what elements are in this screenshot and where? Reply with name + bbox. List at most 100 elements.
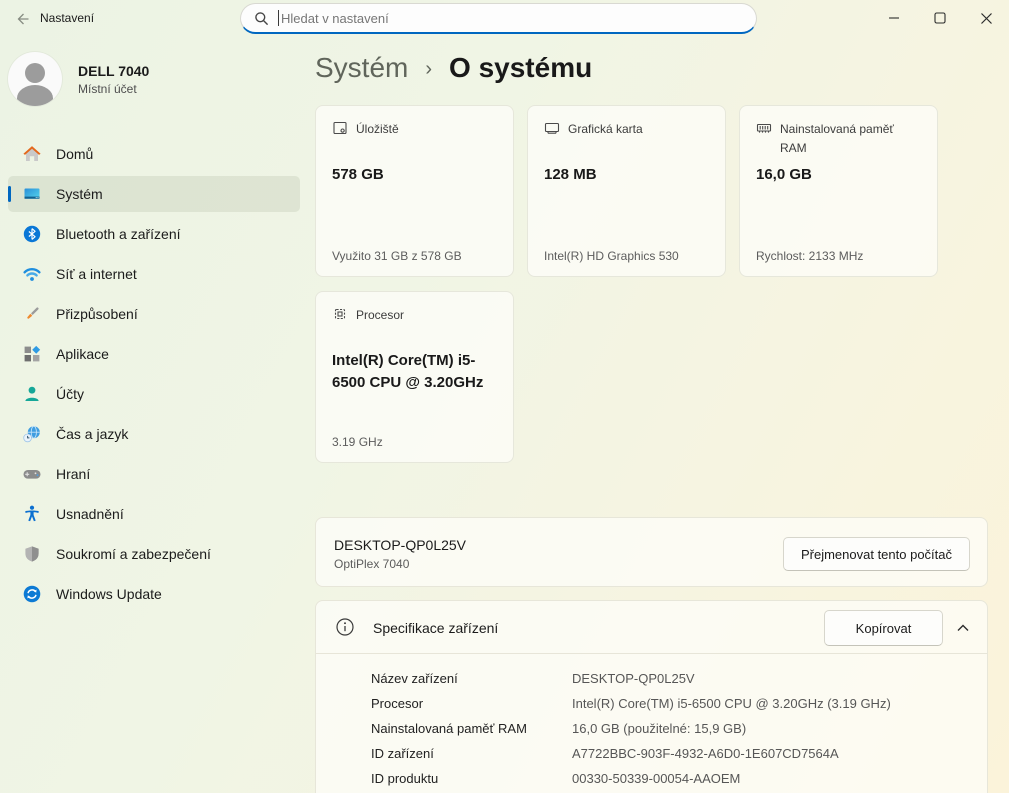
cpu-icon xyxy=(332,306,348,322)
sidebar-item-home[interactable]: Domů xyxy=(8,136,300,172)
chevron-up-icon xyxy=(956,623,970,633)
collapse-expander-button[interactable] xyxy=(954,619,972,637)
breadcrumb-parent[interactable]: Systém xyxy=(315,52,408,84)
copy-button[interactable]: Kopírovat xyxy=(824,610,943,646)
minimize-button[interactable] xyxy=(871,0,917,36)
device-name-panel: DESKTOP-QP0L25V OptiPlex 7040 Přejmenova… xyxy=(315,517,988,587)
windows-update-icon xyxy=(22,584,42,604)
home-icon xyxy=(22,144,42,164)
close-button[interactable] xyxy=(963,0,1009,36)
ram-card: Nainstalovaná paměť RAM 16,0 GB Rychlost… xyxy=(739,105,938,277)
storage-icon xyxy=(332,120,348,136)
text-caret xyxy=(278,10,279,26)
window-controls xyxy=(871,0,1009,36)
close-icon xyxy=(980,12,993,25)
gaming-icon xyxy=(22,464,42,484)
back-arrow-icon xyxy=(14,11,30,27)
search-icon xyxy=(254,11,269,26)
card-title: Procesor xyxy=(356,306,404,325)
graphics-card: Grafická karta 128 MB Intel(R) HD Graphi… xyxy=(527,105,726,277)
sidebar-item-personalization[interactable]: Přizpůsobení xyxy=(8,296,300,332)
table-row: ID zařízení A7722BBC-903F-4932-A6D0-1E60… xyxy=(371,741,967,766)
search-input[interactable] xyxy=(281,11,756,26)
system-icon xyxy=(22,184,42,204)
sidebar-item-label: Bluetooth a zařízení xyxy=(56,226,181,242)
sidebar-item-network[interactable]: Síť a internet xyxy=(8,256,300,292)
app-title: Nastavení xyxy=(40,11,94,25)
account-chip[interactable]: DELL 7040 Místní účet xyxy=(8,50,298,108)
card-footer: 3.19 GHz xyxy=(332,435,501,449)
bluetooth-icon xyxy=(22,224,42,244)
chevron-right-icon: › xyxy=(425,58,432,81)
spec-value: 00330-50339-00054-AAOEM xyxy=(572,771,740,786)
ram-icon xyxy=(756,120,772,136)
maximize-button[interactable] xyxy=(917,0,963,36)
sidebar-item-accessibility[interactable]: Usnadnění xyxy=(8,496,300,532)
accessibility-icon xyxy=(22,504,42,524)
maximize-icon xyxy=(934,12,946,24)
spec-label: ID produktu xyxy=(371,771,572,786)
sidebar-item-label: Síť a internet xyxy=(56,266,137,282)
storage-card: Úložiště 578 GB Využito 31 GB z 578 GB xyxy=(315,105,514,277)
sidebar-item-label: Systém xyxy=(56,186,103,202)
sidebar-item-system[interactable]: Systém xyxy=(8,176,300,212)
card-title: Úložiště xyxy=(356,120,399,139)
spec-value: A7722BBC-903F-4932-A6D0-1E607CD7564A xyxy=(572,746,839,761)
card-footer: Rychlost: 2133 MHz xyxy=(756,249,925,263)
spec-table: Název zařízení DESKTOP-QP0L25V Procesor … xyxy=(371,666,967,791)
spec-section-title: Specifikace zařízení xyxy=(373,620,498,636)
spec-value: 16,0 GB (použitelné: 15,9 GB) xyxy=(572,721,746,736)
avatar xyxy=(8,52,62,106)
sidebar-item-label: Hraní xyxy=(56,466,90,482)
sidebar-item-accounts[interactable]: Účty xyxy=(8,376,300,412)
sidebar-item-label: Čas a jazyk xyxy=(56,426,128,442)
sidebar-item-label: Windows Update xyxy=(56,586,162,602)
spec-value: DESKTOP-QP0L25V xyxy=(572,671,695,686)
table-row: ID produktu 00330-50339-00054-AAOEM xyxy=(371,766,967,791)
sidebar-item-label: Aplikace xyxy=(56,346,109,362)
card-footer: Využito 31 GB z 578 GB xyxy=(332,249,501,263)
network-icon xyxy=(22,264,42,284)
rename-pc-button[interactable]: Přejmenovat tento počítač xyxy=(783,537,970,571)
time-language-icon xyxy=(22,424,42,444)
card-title: Nainstalovaná paměť RAM xyxy=(780,120,921,157)
sidebar-item-label: Soukromí a zabezpečení xyxy=(56,546,211,562)
card-value: 16,0 GB xyxy=(756,164,921,186)
account-name: DELL 7040 xyxy=(78,63,149,79)
card-value: Intel(R) Core(TM) i5-6500 CPU @ 3.20GHz xyxy=(332,350,497,394)
spec-label: ID zařízení xyxy=(371,746,572,761)
sidebar-item-label: Usnadnění xyxy=(56,506,124,522)
back-button[interactable] xyxy=(10,9,34,29)
device-name: DESKTOP-QP0L25V xyxy=(334,537,466,553)
sidebar-item-apps[interactable]: Aplikace xyxy=(8,336,300,372)
sidebar-item-windows-update[interactable]: Windows Update xyxy=(8,576,300,612)
minimize-icon xyxy=(888,12,900,24)
sidebar-item-bluetooth[interactable]: Bluetooth a zařízení xyxy=(8,216,300,252)
sidebar-nav: Domů Systém Bluetooth a zařízení Síť a i… xyxy=(8,136,300,616)
card-value: 128 MB xyxy=(544,164,709,186)
sidebar-item-time-language[interactable]: Čas a jazyk xyxy=(8,416,300,452)
personalization-icon xyxy=(22,304,42,324)
privacy-icon xyxy=(22,544,42,564)
search-box[interactable] xyxy=(240,3,757,34)
sidebar-item-label: Domů xyxy=(56,146,93,162)
sidebar-item-gaming[interactable]: Hraní xyxy=(8,456,300,492)
spec-label: Procesor xyxy=(371,696,572,711)
processor-card: Procesor Intel(R) Core(TM) i5-6500 CPU @… xyxy=(315,291,514,463)
apps-icon xyxy=(22,344,42,364)
table-row: Nainstalovaná paměť RAM 16,0 GB (použite… xyxy=(371,716,967,741)
account-type: Místní účet xyxy=(78,82,149,96)
table-row: Procesor Intel(R) Core(TM) i5-6500 CPU @… xyxy=(371,691,967,716)
device-model: OptiPlex 7040 xyxy=(334,557,409,571)
spec-label: Nainstalovaná paměť RAM xyxy=(371,721,572,736)
page-title: O systému xyxy=(449,52,592,84)
accounts-icon xyxy=(22,384,42,404)
device-spec-panel: Specifikace zařízení Kopírovat Název zař… xyxy=(315,600,988,793)
sidebar-item-privacy[interactable]: Soukromí a zabezpečení xyxy=(8,536,300,572)
card-title: Grafická karta xyxy=(568,120,643,139)
gpu-icon xyxy=(544,120,560,136)
card-footer: Intel(R) HD Graphics 530 xyxy=(544,249,713,263)
sidebar-item-label: Přizpůsobení xyxy=(56,306,138,322)
table-row: Název zařízení DESKTOP-QP0L25V xyxy=(371,666,967,691)
divider xyxy=(316,653,987,654)
